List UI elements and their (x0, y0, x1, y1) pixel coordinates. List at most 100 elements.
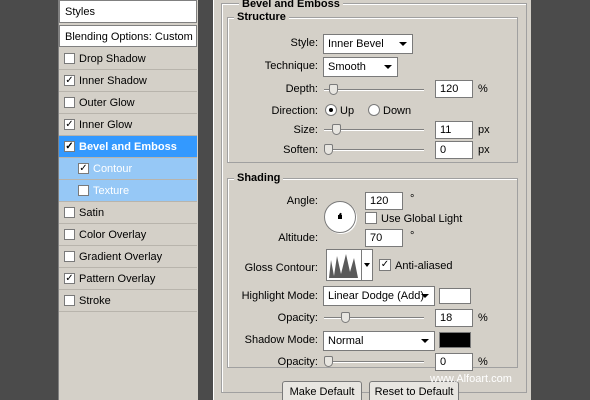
style-checkbox[interactable] (64, 251, 75, 262)
style-item-label: Color Overlay (79, 228, 147, 241)
style-value: Inner Bevel (328, 38, 384, 50)
size-label: Size: (293, 124, 318, 136)
highlight-mode-dropdown[interactable]: Linear Dodge (Add) (323, 286, 435, 306)
size-input[interactable]: 11 (435, 121, 473, 139)
style-item-label: Gradient Overlay (79, 250, 163, 263)
style-item-inner-glow[interactable]: ✓ Inner Glow (59, 114, 197, 136)
styles-panel: Styles Blending Options: Custom Drop Sha… (58, 0, 198, 400)
style-dropdown[interactable]: Inner Bevel (323, 34, 413, 54)
style-item-label: Inner Shadow (79, 74, 147, 87)
style-list: Drop Shadow ✓ Inner Shadow Outer Glow ✓ Inner… (59, 48, 197, 312)
altitude-input[interactable]: 70 (365, 229, 403, 247)
style-checkbox[interactable] (64, 97, 75, 108)
style-item-color-overlay[interactable]: Color Overlay (59, 224, 197, 246)
style-item-label: Contour (93, 162, 133, 175)
style-item-satin[interactable]: Satin (59, 202, 197, 224)
anti-aliased-label: Anti-aliased (395, 260, 453, 272)
style-checkbox[interactable] (64, 229, 75, 240)
highlight-color-swatch[interactable] (439, 288, 471, 304)
angle-input[interactable]: 120 (365, 192, 403, 210)
highlight-mode-label: Highlight Mode: (241, 290, 318, 302)
style-item-label: Pattern Overlay (79, 272, 156, 285)
style-checkbox[interactable] (64, 207, 75, 218)
style-item-label: Satin (79, 206, 105, 219)
depth-unit: % (478, 83, 488, 95)
technique-label: Technique: (264, 60, 318, 72)
shadow-opacity-label: Opacity: (277, 356, 318, 368)
style-checkbox[interactable]: ✓ (64, 119, 75, 130)
angle-label: Angle: (286, 195, 318, 207)
direction-label: Direction: (271, 105, 318, 117)
style-item-label: Outer Glow (79, 96, 135, 109)
global-light-checkbox[interactable] (365, 212, 377, 224)
style-checkbox[interactable] (64, 53, 75, 64)
style-item-label: Bevel and Emboss (79, 140, 177, 153)
depth-label: Depth: (285, 83, 318, 95)
highlight-opacity-track[interactable] (324, 317, 424, 319)
direction-down-radio[interactable] (368, 104, 380, 116)
chevron-down-icon (421, 294, 429, 298)
global-light-label: Use Global Light (381, 213, 463, 225)
gloss-contour-preview[interactable] (326, 249, 362, 281)
style-checkbox[interactable]: ✓ (78, 163, 89, 174)
depth-input[interactable]: 120 (435, 80, 473, 98)
technique-value: Smooth (328, 61, 366, 73)
style-checkbox[interactable]: ✓ (64, 141, 75, 152)
direction-up-radio[interactable] (325, 104, 337, 116)
styles-header[interactable]: Styles (59, 0, 197, 23)
shadow-opacity-track[interactable] (324, 361, 424, 363)
gloss-contour-dropdown[interactable] (361, 249, 373, 281)
size-slider-handle[interactable] (332, 124, 341, 135)
highlight-opacity-handle[interactable] (341, 312, 350, 323)
direction-down-label: Down (383, 105, 412, 117)
style-item-label: Texture (93, 184, 130, 197)
style-item-texture[interactable]: Texture (59, 180, 197, 202)
bevel-emboss-panel: Bevel and Emboss Structure Style: Inner … (213, 0, 531, 400)
highlight-opacity-input[interactable]: 18 (435, 309, 473, 327)
angle-dial[interactable] (324, 201, 356, 233)
soften-input[interactable]: 0 (435, 141, 473, 159)
style-item-inner-shadow[interactable]: ✓ Inner Shadow (59, 70, 197, 92)
style-item-label: Stroke (79, 294, 111, 307)
depth-slider-track[interactable] (324, 89, 424, 91)
soften-unit: px (478, 144, 490, 156)
chevron-down-icon (384, 65, 392, 69)
anti-aliased-checkbox[interactable]: ✓ (379, 259, 391, 271)
shading-title: Shading (234, 172, 284, 184)
contour-curve-icon (329, 254, 358, 278)
soften-label: Soften: (283, 144, 318, 156)
style-checkbox[interactable]: ✓ (64, 273, 75, 284)
style-item-pattern-overlay[interactable]: ✓ Pattern Overlay (59, 268, 197, 290)
shadow-opacity-input[interactable]: 0 (435, 353, 473, 371)
shadow-mode-value: Normal (328, 335, 364, 347)
direction-up-label: Up (340, 105, 355, 117)
soften-slider-handle[interactable] (324, 144, 333, 155)
style-item-contour[interactable]: ✓ Contour (59, 158, 197, 180)
blending-options[interactable]: Blending Options: Custom (59, 25, 197, 47)
chevron-down-icon (399, 42, 407, 46)
highlight-mode-value: Linear Dodge (Add) (328, 290, 425, 302)
make-default-button[interactable]: Make Default (282, 381, 362, 400)
style-item-gradient-overlay[interactable]: Gradient Overlay (59, 246, 197, 268)
style-item-bevel-and-emboss[interactable]: ✓ Bevel and Emboss (59, 136, 197, 158)
highlight-opacity-unit: % (478, 312, 488, 324)
structure-group: Structure Style: Inner Bevel Technique: … (227, 11, 518, 163)
altitude-label: Altitude: (278, 232, 318, 244)
style-item-outer-glow[interactable]: Outer Glow (59, 92, 197, 114)
shadow-mode-dropdown[interactable]: Normal (323, 331, 435, 351)
style-checkbox[interactable] (64, 295, 75, 306)
style-item-drop-shadow[interactable]: Drop Shadow (59, 48, 197, 70)
style-item-stroke[interactable]: Stroke (59, 290, 197, 312)
shadow-color-swatch[interactable] (439, 332, 471, 348)
style-checkbox[interactable]: ✓ (64, 75, 75, 86)
depth-slider-handle[interactable] (329, 84, 338, 95)
style-item-label: Inner Glow (79, 118, 133, 131)
style-checkbox[interactable] (78, 185, 89, 196)
technique-dropdown[interactable]: Smooth (323, 57, 398, 77)
gloss-contour-label: Gloss Contour: (244, 262, 318, 274)
chevron-down-icon (421, 339, 429, 343)
shadow-opacity-handle[interactable] (324, 356, 333, 367)
soften-slider-track[interactable] (324, 149, 424, 151)
angle-unit: ° (410, 193, 415, 205)
altitude-unit: ° (410, 230, 415, 242)
